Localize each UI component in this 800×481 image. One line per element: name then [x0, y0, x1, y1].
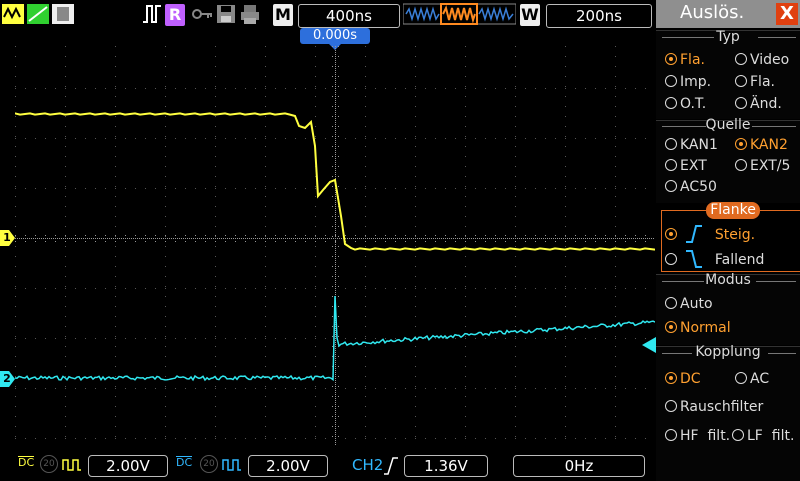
ch1-coupling: DC — [18, 456, 35, 469]
panel-header: Auslös. X — [656, 0, 800, 28]
typ-option-video[interactable]: Video — [735, 52, 789, 68]
flanke-option-steigend[interactable]: Steig. — [665, 224, 755, 244]
section-modus-title: Modus — [705, 272, 751, 288]
falling-edge-icon — [686, 250, 703, 268]
radio-icon — [665, 253, 677, 265]
ch2-marker-label: 2 — [3, 372, 11, 385]
ramp-icon[interactable] — [27, 4, 49, 24]
run-mode-r-label: R — [165, 4, 185, 26]
radio-icon — [665, 297, 677, 309]
flanke-option-fallend[interactable]: Fallend — [665, 249, 764, 269]
radio-icon — [665, 372, 677, 384]
printer-icon[interactable] — [240, 3, 260, 25]
typ-option-impuls[interactable]: Imp. — [665, 74, 711, 90]
frequency-counter: 0Hz — [513, 455, 645, 477]
quelle-option-ext[interactable]: EXT — [665, 158, 707, 174]
radio-icon — [735, 159, 747, 171]
radio-icon — [735, 372, 747, 384]
ch2-invert-icon — [222, 459, 241, 471]
quelle-option-ac50[interactable]: AC50 — [665, 179, 717, 195]
quelle-option-ext5[interactable]: EXT/5 — [735, 158, 790, 174]
kopplung-option-lf-filt[interactable]: LF filt. — [732, 428, 794, 444]
radio-icon — [735, 75, 747, 87]
key-icon — [192, 9, 212, 19]
main-timebase-label: M — [273, 4, 293, 26]
ch1-invert-icon — [62, 459, 81, 471]
close-button[interactable]: X — [776, 3, 798, 25]
radio-icon — [665, 75, 677, 87]
toolbar-icons-group — [2, 4, 74, 24]
kopplung-option-ac[interactable]: AC — [735, 371, 769, 387]
rising-edge-icon — [686, 225, 703, 243]
section-flanke-title: Flanke — [706, 202, 760, 219]
ch2-bandwidth-limit[interactable]: 20 — [200, 455, 218, 473]
top-toolbar: R M 400ns W 200ns — [0, 0, 656, 30]
radio-icon — [735, 97, 747, 109]
radio-icon — [665, 180, 677, 192]
radio-icon — [665, 138, 677, 150]
window-timebase-value[interactable]: 200ns — [546, 4, 652, 28]
radio-icon — [735, 53, 747, 65]
radio-icon — [665, 321, 677, 333]
timebase-value[interactable]: 400ns — [298, 4, 400, 28]
radio-icon — [665, 228, 677, 240]
typ-option-ot[interactable]: O.T. — [665, 96, 706, 112]
ch1-volts-div[interactable]: 2.00V — [88, 455, 168, 477]
trigger-rising-edge-icon — [384, 457, 398, 475]
quelle-option-kan2[interactable]: KAN2 — [735, 137, 788, 153]
ch1-waveform — [15, 112, 655, 251]
section-typ-title: Typ — [716, 29, 740, 45]
typ-option-flanke[interactable]: Fla. — [665, 52, 705, 68]
modus-option-auto[interactable]: Auto — [665, 296, 713, 312]
typ-option-aend[interactable]: Änd. — [735, 96, 782, 112]
radio-icon — [665, 400, 677, 412]
modus-option-normal[interactable]: Normal — [665, 320, 731, 336]
trigger-level[interactable]: 1.36V — [404, 455, 488, 477]
kopplung-option-rauschfilter[interactable]: Rauschfilter — [665, 399, 763, 415]
radio-icon — [665, 97, 677, 109]
radio-icon — [732, 429, 744, 441]
ch1-marker-label: 1 — [3, 231, 11, 244]
radio-icon — [735, 138, 747, 150]
kopplung-option-dc[interactable]: DC — [665, 371, 701, 387]
section-kopplung-title: Kopplung — [695, 344, 761, 360]
panel-title: Auslös. — [680, 2, 745, 23]
wave-ch1-icon[interactable] — [2, 4, 24, 24]
trigger-source: CH2 — [352, 456, 384, 474]
ch1-bandwidth-limit[interactable]: 20 — [40, 455, 58, 473]
radio-icon — [665, 159, 677, 171]
trigger-time-offset[interactable]: 0.000s — [300, 28, 370, 44]
kopplung-option-hf-filt[interactable]: HF filt. — [665, 428, 730, 444]
save-disk-icon[interactable] — [216, 3, 236, 25]
grid-display-icon[interactable] — [52, 4, 74, 24]
pulse-trigger-icon[interactable] — [142, 3, 162, 25]
radio-icon — [665, 53, 677, 65]
waveform-position-icon[interactable] — [403, 3, 516, 25]
graticule — [15, 46, 654, 445]
waveform-display — [15, 46, 655, 445]
ch2-volts-div[interactable]: 2.00V — [248, 455, 328, 477]
section-quelle-title: Quelle — [705, 117, 751, 133]
quelle-option-kan1[interactable]: KAN1 — [665, 137, 718, 153]
bottom-status-bar: DC 20 2.00V DC 20 2.00V CH2 1.36V 0Hz — [0, 446, 656, 480]
window-timebase-label: W — [520, 4, 540, 26]
trigger-level-marker[interactable] — [640, 337, 656, 353]
typ-option-fla2[interactable]: Fla. — [735, 74, 775, 90]
radio-icon — [665, 429, 677, 441]
ch2-waveform — [15, 295, 655, 382]
ch2-coupling: DC — [176, 456, 193, 469]
